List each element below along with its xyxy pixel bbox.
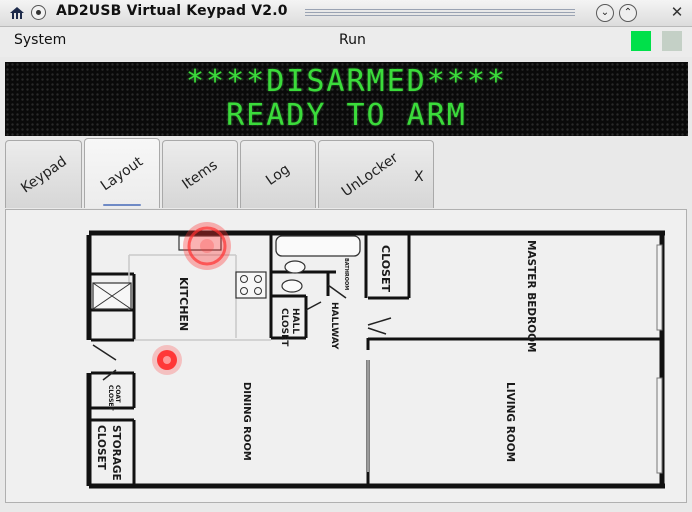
- sensor-dining[interactable]: [152, 345, 182, 375]
- tab-layout[interactable]: Layout: [84, 138, 160, 208]
- toilet-icon: [281, 279, 303, 293]
- display-line-1: ****DISARMED****: [186, 64, 507, 99]
- room-dining-room[interactable]: DINING ROOM: [241, 382, 252, 461]
- sink-icon: [284, 260, 306, 274]
- floor-plan-doors: [92, 284, 392, 381]
- room-coat-closet-1[interactable]: COAT: [114, 385, 121, 404]
- room-closet[interactable]: CLOSET: [379, 245, 392, 292]
- sensor-kitchen[interactable]: [183, 222, 231, 270]
- close-icon: ✕: [670, 3, 684, 21]
- close-button[interactable]: ✕: [668, 2, 686, 22]
- room-hallway[interactable]: HALLWAY: [329, 302, 339, 350]
- title-decoration: [305, 9, 575, 19]
- menu-system-label: System: [14, 32, 67, 48]
- tab-unlocker[interactable]: UnLocker X: [318, 140, 434, 208]
- tab-unlocker-close-button[interactable]: X: [414, 169, 424, 185]
- room-storage-closet-1[interactable]: STORAGE: [110, 425, 122, 481]
- tab-items-label: Items: [179, 156, 221, 193]
- layout-panel: KITCHEN CLOSET MASTER BEDROOM BATHROOM H…: [5, 209, 687, 503]
- armed-indicator: [662, 31, 682, 51]
- sticky-button[interactable]: [31, 5, 46, 20]
- minimize-button[interactable]: ⌄: [596, 4, 614, 22]
- window-living: [656, 377, 663, 474]
- tab-unlocker-label: UnLocker: [339, 149, 402, 200]
- tab-layout-label: Layout: [97, 153, 147, 194]
- room-storage-closet-2[interactable]: CLOSET: [95, 425, 107, 471]
- app-icon[interactable]: [8, 4, 26, 22]
- window-title: AD2USB Virtual Keypad V2.0: [56, 3, 288, 19]
- chevron-up-icon: ⌃: [623, 7, 633, 18]
- menu-run-label: Run: [339, 32, 366, 48]
- room-coat-closet-2[interactable]: CLOSET: [107, 385, 114, 412]
- room-bathroom[interactable]: BATHROOM: [343, 258, 349, 290]
- title-bar: AD2USB Virtual Keypad V2.0 ⌄ ⌃ ✕: [0, 0, 692, 27]
- tab-log[interactable]: Log: [240, 140, 316, 208]
- tab-keypad[interactable]: Keypad: [5, 140, 82, 208]
- keypad-display: ****DISARMED**** READY TO ARM: [5, 62, 688, 136]
- room-living-room[interactable]: LIVING ROOM: [504, 382, 516, 462]
- chevron-down-icon: ⌄: [600, 7, 610, 18]
- tab-log-label: Log: [263, 160, 293, 189]
- ready-indicator: [631, 31, 651, 51]
- dot-icon: [36, 10, 41, 15]
- tab-bar: Keypad Layout Items Log UnLocker X: [0, 138, 692, 210]
- room-master-bedroom[interactable]: MASTER BEDROOM: [525, 240, 537, 353]
- floor-plan: KITCHEN CLOSET MASTER BEDROOM BATHROOM H…: [86, 222, 665, 489]
- menu-bar: System Run: [0, 27, 692, 57]
- display-line-2: READY TO ARM: [226, 98, 467, 133]
- bathtub-icon: [275, 235, 361, 257]
- room-hall-closet-1[interactable]: HALL: [290, 308, 300, 334]
- menu-system[interactable]: System: [14, 32, 66, 48]
- room-kitchen[interactable]: KITCHEN: [177, 277, 190, 331]
- room-hall-closet-2[interactable]: CLOSET: [279, 308, 289, 347]
- tab-items[interactable]: Items: [162, 140, 238, 208]
- stove-icon: [235, 271, 267, 299]
- tab-keypad-label: Keypad: [17, 153, 70, 196]
- menu-run[interactable]: Run: [339, 32, 366, 48]
- window-bedroom: [656, 244, 663, 331]
- maximize-button[interactable]: ⌃: [619, 4, 637, 22]
